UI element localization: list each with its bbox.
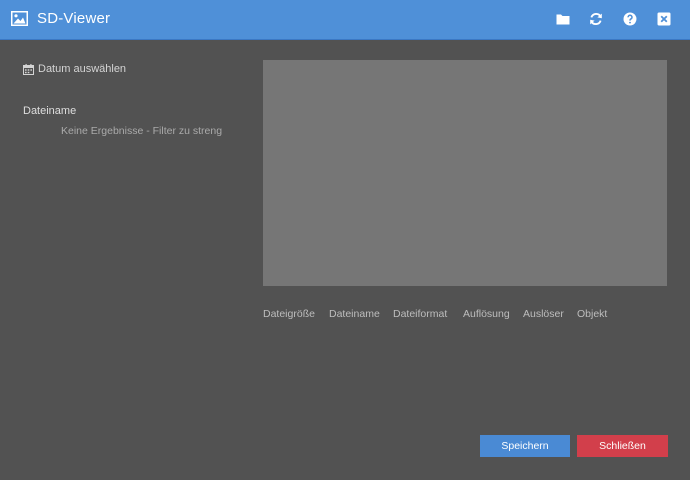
image-icon [11, 11, 28, 26]
column-filename[interactable]: Dateiname [329, 308, 380, 320]
column-filesize[interactable]: Dateigröße [263, 308, 315, 320]
column-trigger[interactable]: Auslöser [523, 308, 564, 320]
help-icon[interactable] [623, 12, 637, 26]
window-title: SD-Viewer [37, 10, 111, 27]
date-picker-button[interactable]: Datum auswählen [23, 62, 126, 76]
calendar-icon [23, 63, 34, 75]
save-button[interactable]: Speichern [480, 435, 570, 457]
date-picker-label: Datum auswählen [38, 63, 127, 75]
close-button[interactable]: Schließen [577, 435, 668, 457]
image-preview [263, 60, 667, 286]
close-icon[interactable] [657, 12, 671, 26]
folder-icon[interactable] [556, 12, 570, 26]
column-resolution[interactable]: Auflösung [463, 308, 510, 320]
column-object[interactable]: Objekt [577, 308, 607, 320]
empty-results-message: Keine Ergebnisse - Filter zu streng [61, 125, 223, 137]
column-fileformat[interactable]: Dateiformat [393, 308, 447, 320]
filename-heading: Dateiname [23, 105, 77, 117]
title-bar: SD-Viewer [0, 0, 690, 40]
refresh-icon[interactable] [589, 12, 603, 26]
